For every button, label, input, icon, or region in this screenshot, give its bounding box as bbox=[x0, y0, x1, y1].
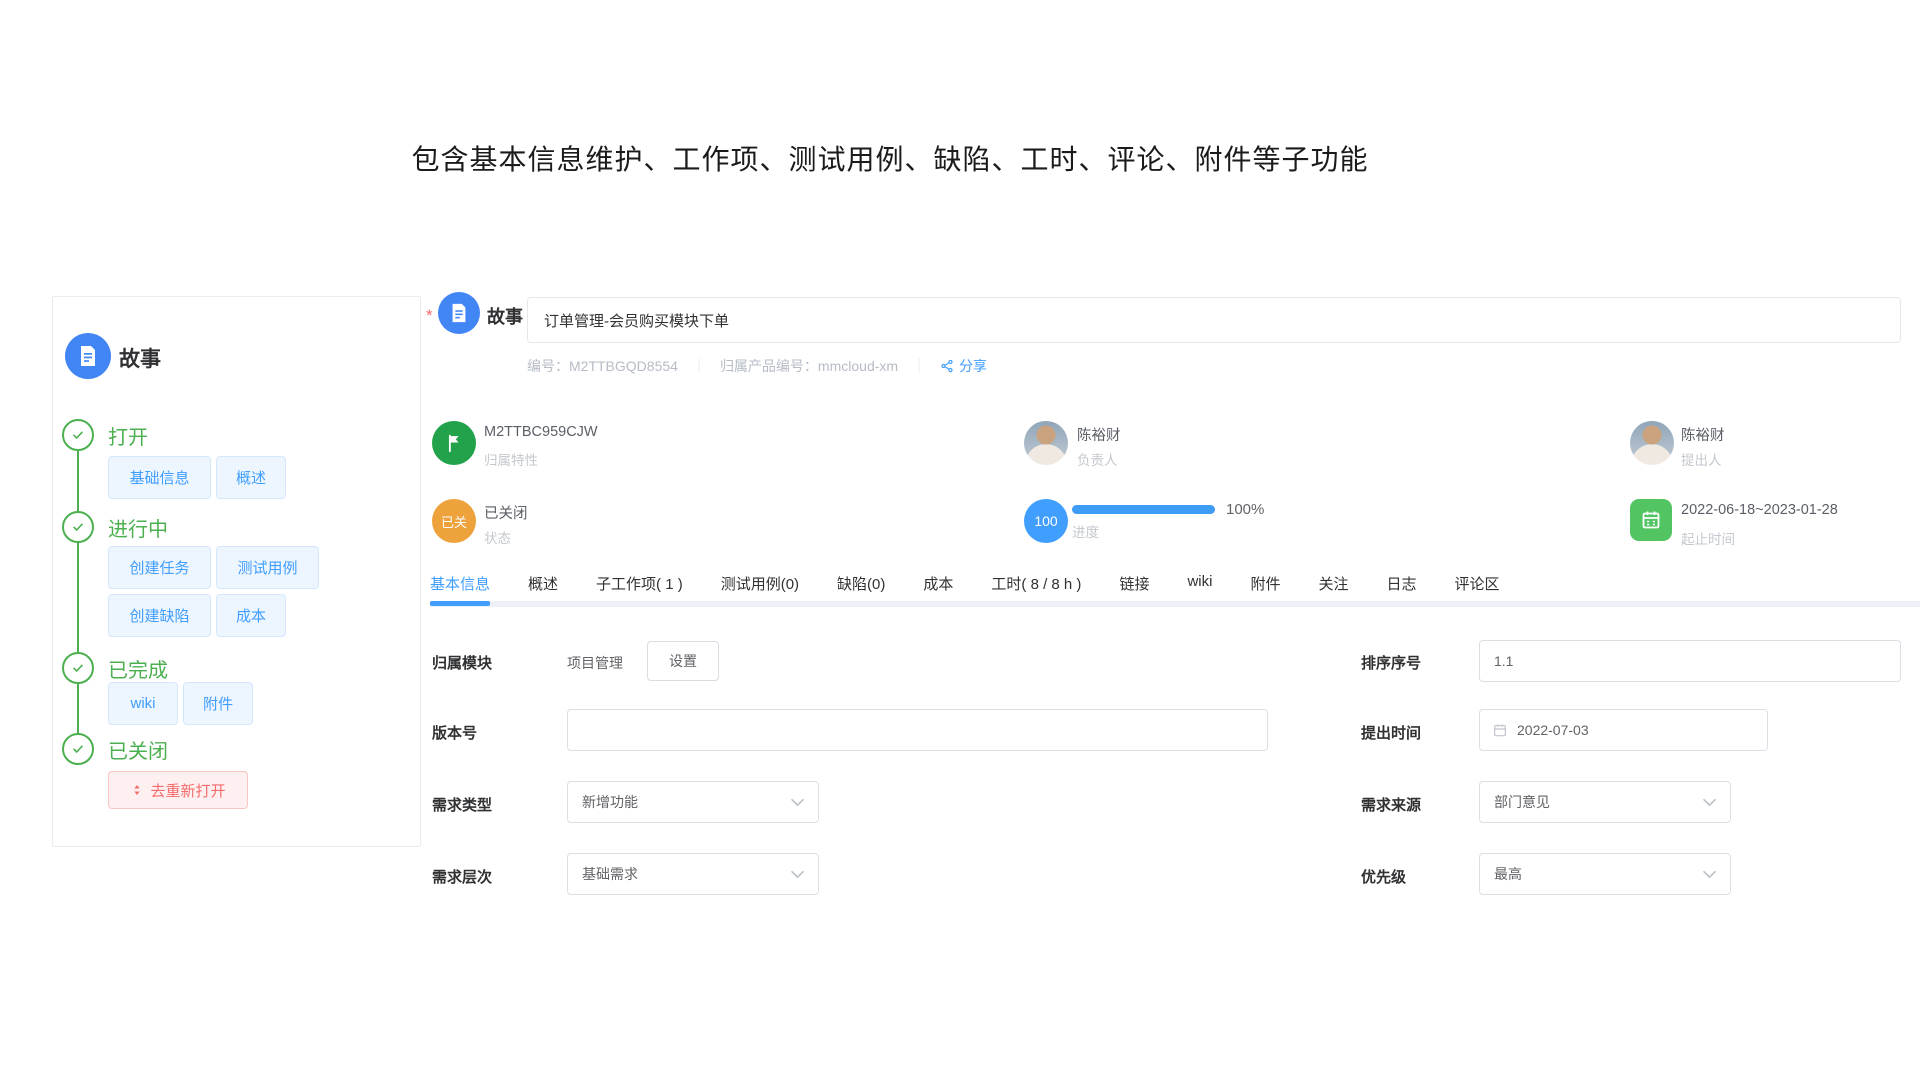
story-type-icon bbox=[65, 333, 111, 379]
check-circle-icon bbox=[62, 419, 94, 451]
sort-label: 排序序号 bbox=[1361, 652, 1421, 673]
req-level-label: 需求层次 bbox=[432, 866, 492, 887]
share-icon bbox=[940, 359, 954, 373]
check-circle-icon bbox=[62, 652, 94, 684]
tab-basic-info[interactable]: 基本信息 bbox=[430, 573, 490, 594]
chevron-down-icon bbox=[1703, 798, 1716, 807]
chevron-down-icon bbox=[791, 870, 804, 879]
progress-bar bbox=[1072, 505, 1215, 514]
product-code: 归属产品编号：mmcloud-xm bbox=[720, 356, 898, 376]
workflow-card: 故事 打开 基础信息 概述 进行中 创建任务 测试用例 创建缺陷 成本 已完成 … bbox=[52, 296, 421, 847]
req-source-label: 需求来源 bbox=[1361, 794, 1421, 815]
owner-avatar bbox=[1024, 421, 1068, 465]
page-title: 包含基本信息维护、工作项、测试用例、缺陷、工时、评论、附件等子功能 bbox=[0, 138, 1780, 178]
tab-test-cases[interactable]: 测试用例(0) bbox=[721, 573, 799, 594]
feature-code: M2TTBC959CJW bbox=[484, 424, 598, 440]
tabs-divider bbox=[430, 601, 1920, 607]
workflow-state-closed: 已关闭 bbox=[108, 735, 168, 764]
page: 包含基本信息维护、工作项、测试用例、缺陷、工时、评论、附件等子功能 故事 打开 … bbox=[0, 0, 1920, 1080]
calendar-icon bbox=[1492, 722, 1508, 738]
priority-select[interactable]: 最高 bbox=[1479, 853, 1731, 895]
action-wiki-button[interactable]: wiki bbox=[108, 682, 178, 725]
action-overview-button[interactable]: 概述 bbox=[216, 456, 286, 499]
workflow-state-in-progress: 进行中 bbox=[108, 513, 168, 542]
tab-wiki[interactable]: wiki bbox=[1187, 573, 1212, 594]
proposer-name: 陈裕财 bbox=[1681, 424, 1725, 445]
workflow-state-open: 打开 bbox=[108, 421, 148, 450]
progress-label: 进度 bbox=[1072, 521, 1099, 541]
tab-comments[interactable]: 评论区 bbox=[1455, 573, 1500, 594]
proposer-avatar bbox=[1630, 421, 1674, 465]
action-attachment-button[interactable]: 附件 bbox=[183, 682, 253, 725]
workflow-connector-line bbox=[77, 435, 79, 749]
tab-links[interactable]: 链接 bbox=[1119, 573, 1149, 594]
story-type-label: 故事 bbox=[119, 343, 161, 373]
status-value: 已关闭 bbox=[484, 502, 528, 523]
progress-percent: 100% bbox=[1226, 501, 1264, 518]
status-badge: 已关 bbox=[432, 499, 476, 543]
action-test-case-button[interactable]: 测试用例 bbox=[216, 546, 319, 589]
req-source-select[interactable]: 部门意见 bbox=[1479, 781, 1731, 823]
story-meta-row: 编号：M2TTBGQD8554 ｜ 归属产品编号：mmcloud-xm ｜ 分享 bbox=[527, 356, 987, 376]
proposer-label: 提出人 bbox=[1681, 449, 1722, 469]
reopen-button-label: 去重新打开 bbox=[150, 780, 225, 801]
status-label: 状态 bbox=[484, 527, 511, 547]
feature-label: 归属特性 bbox=[484, 449, 538, 469]
reopen-button[interactable]: 去重新打开 bbox=[108, 771, 248, 809]
owner-label: 负责人 bbox=[1077, 449, 1118, 469]
req-type-select[interactable]: 新增功能 bbox=[567, 781, 819, 823]
settings-button[interactable]: 设置 bbox=[647, 641, 719, 681]
progress-badge: 100 bbox=[1024, 499, 1068, 543]
story-icon bbox=[438, 292, 480, 334]
action-create-task-button[interactable]: 创建任务 bbox=[108, 546, 211, 589]
tab-logs[interactable]: 日志 bbox=[1386, 573, 1416, 594]
tab-overview[interactable]: 概述 bbox=[528, 573, 558, 594]
sort-arrows-icon bbox=[130, 783, 144, 797]
priority-label: 优先级 bbox=[1361, 866, 1406, 887]
share-button[interactable]: 分享 bbox=[940, 356, 987, 376]
story-title-input[interactable] bbox=[527, 297, 1901, 343]
req-source-value: 部门意见 bbox=[1494, 792, 1550, 812]
chevron-down-icon bbox=[791, 798, 804, 807]
owner-name: 陈裕财 bbox=[1077, 424, 1121, 445]
propose-date-field[interactable]: 2022-07-03 bbox=[1479, 709, 1768, 751]
req-level-select[interactable]: 基础需求 bbox=[567, 853, 819, 895]
active-tab-underline bbox=[430, 601, 490, 606]
chevron-down-icon bbox=[1703, 870, 1716, 879]
module-value: 项目管理 bbox=[567, 653, 623, 673]
workflow-state-completed: 已完成 bbox=[108, 654, 168, 683]
feature-flag-icon bbox=[432, 421, 476, 465]
tab-cost[interactable]: 成本 bbox=[923, 573, 953, 594]
tab-subitems[interactable]: 子工作项( 1 ) bbox=[596, 573, 683, 594]
date-range-label: 起止时间 bbox=[1681, 528, 1735, 548]
version-label: 版本号 bbox=[432, 722, 477, 743]
tab-hours[interactable]: 工时( 8 / 8 h ) bbox=[991, 573, 1081, 594]
propose-date-value: 2022-07-03 bbox=[1517, 722, 1589, 738]
required-asterisk: * bbox=[426, 306, 433, 326]
story-type-label: 故事 bbox=[487, 303, 523, 329]
action-create-defect-button[interactable]: 创建缺陷 bbox=[108, 594, 211, 637]
req-type-value: 新增功能 bbox=[582, 792, 638, 812]
document-icon bbox=[76, 344, 100, 368]
priority-value: 最高 bbox=[1494, 864, 1522, 884]
check-circle-icon bbox=[62, 733, 94, 765]
share-label: 分享 bbox=[959, 356, 987, 376]
req-type-label: 需求类型 bbox=[432, 794, 492, 815]
sort-input[interactable] bbox=[1479, 640, 1901, 682]
action-cost-button[interactable]: 成本 bbox=[216, 594, 286, 637]
module-label: 归属模块 bbox=[432, 652, 492, 673]
story-code: 编号：M2TTBGQD8554 bbox=[527, 356, 678, 376]
date-range-value: 2022-06-18~2023-01-28 bbox=[1681, 502, 1838, 518]
req-level-value: 基础需求 bbox=[582, 864, 638, 884]
check-circle-icon bbox=[62, 511, 94, 543]
document-icon bbox=[448, 302, 470, 324]
date-range-calendar-icon bbox=[1630, 499, 1672, 541]
action-basic-info-button[interactable]: 基础信息 bbox=[108, 456, 211, 499]
version-input[interactable] bbox=[567, 709, 1268, 751]
tab-attachments[interactable]: 附件 bbox=[1250, 573, 1280, 594]
tab-follow[interactable]: 关注 bbox=[1318, 573, 1348, 594]
propose-time-label: 提出时间 bbox=[1361, 722, 1421, 743]
detail-tabs: 基本信息 概述 子工作项( 1 ) 测试用例(0) 缺陷(0) 成本 工时( 8… bbox=[430, 573, 1500, 594]
tab-defects[interactable]: 缺陷(0) bbox=[837, 573, 885, 594]
